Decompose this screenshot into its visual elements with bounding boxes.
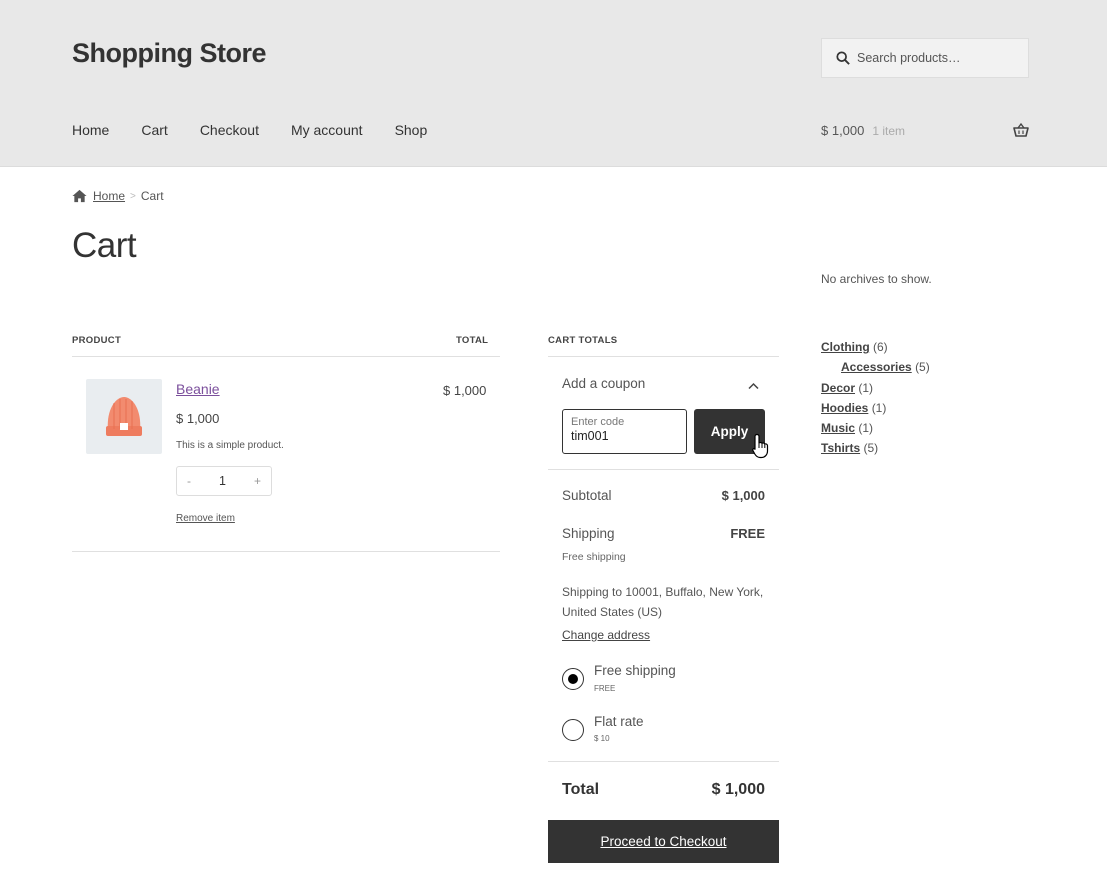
- category-count: (5): [863, 441, 879, 456]
- flat-rate-label[interactable]: Flat rate: [594, 714, 644, 729]
- category-link-clothing[interactable]: Clothing: [821, 340, 870, 354]
- table-divider: [72, 356, 500, 357]
- nav-home[interactable]: Home: [72, 122, 109, 138]
- flat-rate-radio[interactable]: [562, 719, 584, 741]
- coupon-field-value[interactable]: tim001: [571, 429, 678, 443]
- nav-shop[interactable]: Shop: [395, 122, 428, 138]
- quantity-increase-button[interactable]: +: [254, 474, 261, 488]
- quantity-decrease-button[interactable]: -: [187, 474, 191, 488]
- totals-divider-top: [548, 356, 779, 357]
- category-count: (5): [915, 360, 930, 375]
- product-description: This is a simple product.: [176, 440, 284, 451]
- quantity-stepper: - 1 +: [176, 466, 272, 496]
- breadcrumb: Home > Cart: [72, 189, 164, 203]
- chevron-up-icon[interactable]: [748, 382, 759, 390]
- quantity-input[interactable]: 1: [219, 474, 226, 488]
- breadcrumb-home[interactable]: Home: [93, 189, 125, 203]
- breadcrumb-separator-icon: >: [130, 190, 136, 202]
- category-link-tshirts[interactable]: Tshirts: [821, 441, 860, 455]
- totals-divider-total: [548, 761, 779, 762]
- site-header: Shopping Store Home Cart Checkout My acc…: [0, 0, 1107, 167]
- shipping-label: Shipping: [562, 526, 615, 541]
- category-list: Clothing (6) Accessories (5) Decor (1) H…: [821, 339, 930, 461]
- category-count: (1): [858, 421, 874, 436]
- category-link-decor[interactable]: Decor: [821, 381, 855, 395]
- free-shipping-label[interactable]: Free shipping: [594, 663, 676, 678]
- category-item: Tshirts (5): [821, 440, 930, 460]
- category-link-music[interactable]: Music: [821, 421, 855, 435]
- product-price: $ 1,000: [176, 411, 220, 426]
- mini-cart-count: 1 item: [872, 123, 906, 138]
- product-column-header: PRODUCT: [72, 335, 122, 346]
- product-name-link[interactable]: Beanie: [176, 381, 220, 397]
- nav-cart[interactable]: Cart: [141, 122, 167, 138]
- total-label: Total: [562, 781, 600, 798]
- search-icon: [836, 51, 850, 65]
- nav-my-account[interactable]: My account: [291, 122, 363, 138]
- line-total: $ 1,000: [443, 383, 487, 398]
- search-input[interactable]: [857, 51, 1017, 65]
- totals-divider-coupon: [548, 469, 779, 470]
- primary-nav: Home Cart Checkout My account Shop: [72, 122, 459, 138]
- coupon-code-field[interactable]: Enter code tim001: [562, 409, 687, 454]
- subtotal-label: Subtotal: [562, 488, 612, 503]
- cart-totals-heading: CART TOTALS: [548, 335, 618, 346]
- change-address-link[interactable]: Change address: [562, 628, 650, 642]
- proceed-to-checkout-button[interactable]: Proceed to Checkout: [548, 820, 779, 863]
- basket-icon: [1013, 122, 1029, 137]
- coupon-field-label: Enter code: [571, 416, 625, 428]
- category-item: Decor (1): [821, 380, 930, 400]
- shipping-value: FREE: [730, 526, 765, 541]
- remove-item-link[interactable]: Remove item: [176, 513, 235, 524]
- product-thumbnail[interactable]: [86, 379, 162, 454]
- free-shipping-radio[interactable]: [562, 668, 584, 690]
- category-item: Hoodies (1): [821, 400, 930, 420]
- subtotal-value: $ 1,000: [721, 488, 765, 503]
- free-shipping-price: FREE: [594, 684, 616, 693]
- hand-cursor-icon: [752, 433, 769, 459]
- category-count: (1): [871, 400, 887, 415]
- category-count: (1): [858, 380, 874, 395]
- category-link-accessories[interactable]: Accessories: [841, 360, 912, 374]
- archives-empty-text: No archives to show.: [821, 272, 932, 286]
- category-link-hoodies[interactable]: Hoodies: [821, 401, 868, 415]
- shipping-address: Shipping to 10001, Buffalo, New York, Un…: [562, 585, 764, 619]
- breadcrumb-current: Cart: [140, 189, 164, 203]
- category-item: Clothing (6): [821, 339, 930, 359]
- category-count: (6): [873, 340, 888, 354]
- beanie-image-icon: [106, 397, 142, 436]
- home-icon: [72, 189, 87, 203]
- category-item: Accessories (5): [821, 359, 930, 379]
- flat-rate-price: $ 10: [594, 734, 610, 743]
- total-value: $ 1,000: [711, 781, 765, 798]
- page-title: Cart: [72, 226, 137, 265]
- mini-cart[interactable]: $ 1,000 1 item: [821, 122, 1029, 138]
- table-bottom-divider: [72, 551, 500, 552]
- shipping-method: Free shipping: [562, 551, 626, 563]
- coupon-toggle[interactable]: Add a coupon: [562, 376, 645, 391]
- category-item: Music (1): [821, 420, 930, 440]
- mini-cart-amount: $ 1,000: [821, 123, 865, 138]
- nav-checkout[interactable]: Checkout: [200, 122, 259, 138]
- search-box[interactable]: [821, 38, 1029, 78]
- total-column-header: TOTAL: [456, 335, 489, 346]
- site-title[interactable]: Shopping Store: [72, 38, 266, 69]
